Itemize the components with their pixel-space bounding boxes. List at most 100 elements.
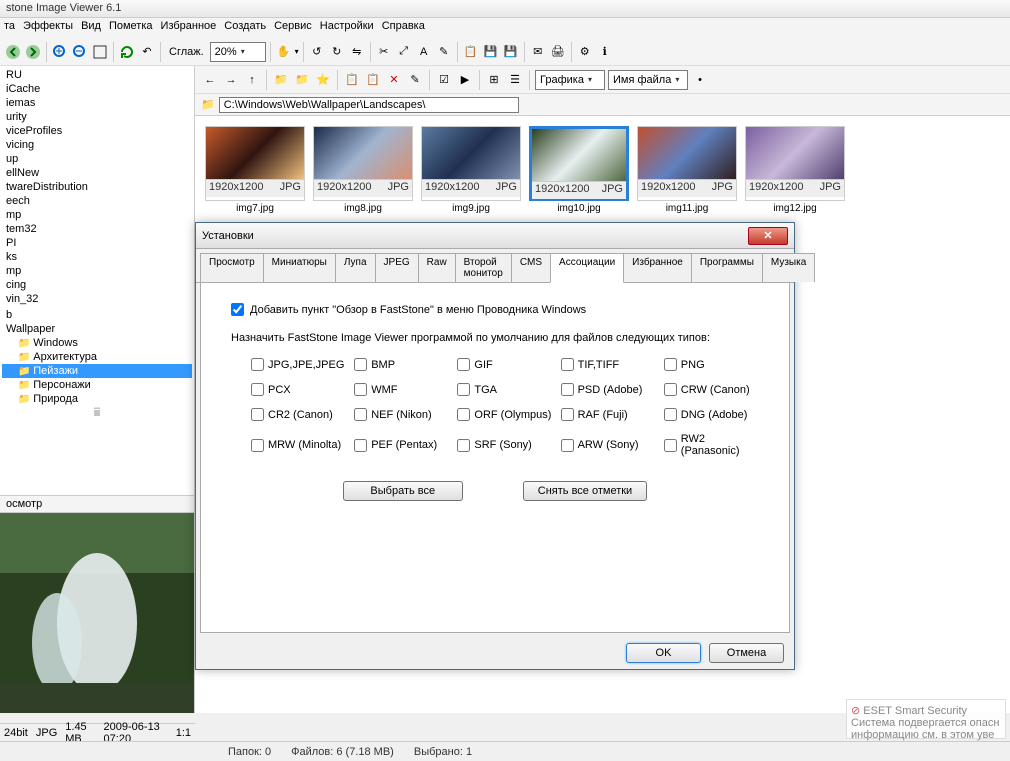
- tree-item[interactable]: vin_32: [2, 292, 192, 306]
- tree-item[interactable]: cing: [2, 278, 192, 292]
- save-as-icon[interactable]: 💾: [502, 43, 520, 61]
- email-icon[interactable]: ✉: [529, 43, 547, 61]
- assoc-BMP[interactable]: BMP: [354, 358, 449, 371]
- path-field[interactable]: C:\Windows\Web\Wallpaper\Landscapes\: [219, 97, 519, 113]
- thumbnail[interactable]: 1920x1200JPGimg9.jpg: [421, 126, 521, 216]
- info-icon[interactable]: ℹ: [596, 43, 614, 61]
- assoc-RAF[interactable]: RAF (Fuji): [561, 408, 656, 421]
- flip-h-icon[interactable]: ⇋: [348, 43, 366, 61]
- zoom-fit-icon[interactable]: [91, 43, 109, 61]
- assoc-DNG[interactable]: DNG (Adobe): [664, 408, 759, 421]
- crop-icon[interactable]: ✂: [375, 43, 393, 61]
- print-icon[interactable]: 🖨: [549, 43, 567, 61]
- assoc-NEF[interactable]: NEF (Nikon): [354, 408, 449, 421]
- tab-Избранное[interactable]: Избранное: [623, 253, 692, 282]
- assoc-PSD[interactable]: PSD (Adobe): [561, 383, 656, 396]
- thumbnail[interactable]: 1920x1200JPGimg12.jpg: [745, 126, 845, 216]
- menu-Справка[interactable]: Справка: [382, 20, 425, 36]
- nav-back-icon[interactable]: ←: [201, 71, 219, 89]
- menu-та[interactable]: та: [4, 20, 15, 36]
- assoc-SRF[interactable]: SRF (Sony): [457, 433, 552, 457]
- zoom-dropdown[interactable]: 20%: [210, 42, 266, 62]
- tree-item[interactable]: vicing: [2, 138, 192, 152]
- assoc-GIF[interactable]: GIF: [457, 358, 552, 371]
- close-button[interactable]: ✕: [748, 227, 788, 245]
- nav-up-icon[interactable]: ↑: [243, 71, 261, 89]
- delete-icon[interactable]: ✕: [385, 71, 403, 89]
- tab-Второй монитор[interactable]: Второй монитор: [455, 253, 512, 282]
- new-folder-icon[interactable]: 📁: [293, 71, 311, 89]
- folder-icon[interactable]: 📁: [272, 71, 290, 89]
- deselect-all-button[interactable]: Снять все отметки: [523, 481, 647, 501]
- menu-Избранное[interactable]: Избранное: [161, 20, 217, 36]
- ok-button[interactable]: OK: [626, 643, 701, 663]
- tree-item[interactable]: iemas: [2, 96, 192, 110]
- filter-dropdown[interactable]: Графика: [535, 70, 605, 90]
- assoc-TGA[interactable]: TGA: [457, 383, 552, 396]
- menu-Пометка[interactable]: Пометка: [109, 20, 153, 36]
- tab-JPEG[interactable]: JPEG: [375, 253, 419, 282]
- rotate-left-icon[interactable]: ↺: [308, 43, 326, 61]
- menu-Эффекты[interactable]: Эффекты: [23, 20, 73, 36]
- select-all-icon[interactable]: ☑: [435, 71, 453, 89]
- assoc-JPG[interactable]: JPG,JPE,JPEG: [251, 358, 346, 371]
- eset-notification[interactable]: ⊘ ESET Smart Security Система подвергает…: [846, 699, 1006, 739]
- assoc-CRW[interactable]: CRW (Canon): [664, 383, 759, 396]
- tree-item[interactable]: Пейзажи: [2, 364, 192, 378]
- assoc-WMF[interactable]: WMF: [354, 383, 449, 396]
- slideshow-icon[interactable]: ▶: [456, 71, 474, 89]
- move-to-icon[interactable]: 📋: [364, 71, 382, 89]
- save-icon[interactable]: 💾: [482, 43, 500, 61]
- thumbnail[interactable]: 1920x1200JPGimg11.jpg: [637, 126, 737, 216]
- menu-Вид[interactable]: Вид: [81, 20, 101, 36]
- assoc-TIF[interactable]: TIF,TIFF: [561, 358, 656, 371]
- copy-icon[interactable]: 📋: [462, 43, 480, 61]
- tree-item[interactable]: tem32: [2, 222, 192, 236]
- thumbnail[interactable]: 1920x1200JPGimg10.jpg: [529, 126, 629, 216]
- tree-item[interactable]: twareDistribution: [2, 180, 192, 194]
- assoc-MRW[interactable]: MRW (Minolta): [251, 433, 346, 457]
- tree-item[interactable]: b: [2, 308, 192, 322]
- undo-icon[interactable]: ↶: [138, 43, 156, 61]
- tree-item[interactable]: RU: [2, 68, 192, 82]
- explorer-checkbox[interactable]: [231, 303, 244, 316]
- tree-item[interactable]: Архитектура: [2, 350, 192, 364]
- tree-item[interactable]: PI: [2, 236, 192, 250]
- settings-icon[interactable]: ⚙: [576, 43, 594, 61]
- assoc-PEF[interactable]: PEF (Pentax): [354, 433, 449, 457]
- refresh-icon[interactable]: [118, 43, 136, 61]
- menu-Сервис[interactable]: Сервис: [274, 20, 312, 36]
- assoc-ORF[interactable]: ORF (Olympus): [457, 408, 552, 421]
- nav-fwd-icon[interactable]: [24, 43, 42, 61]
- folder-tree[interactable]: RUiCacheiemasurityviceProfilesvicingupel…: [0, 66, 194, 496]
- sort-dir-icon[interactable]: •: [691, 71, 709, 89]
- assoc-CR2[interactable]: CR2 (Canon): [251, 408, 346, 421]
- assoc-RW2[interactable]: RW2 (Panasonic): [664, 433, 759, 457]
- tab-Программы[interactable]: Программы: [691, 253, 763, 282]
- tree-item[interactable]: ellNew: [2, 166, 192, 180]
- copy-to-icon[interactable]: 📋: [343, 71, 361, 89]
- tree-item[interactable]: iCache: [2, 82, 192, 96]
- assoc-PCX[interactable]: PCX: [251, 383, 346, 396]
- assoc-ARW[interactable]: ARW (Sony): [561, 433, 656, 457]
- dialog-titlebar[interactable]: Установки ✕: [196, 223, 794, 249]
- assoc-PNG[interactable]: PNG: [664, 358, 759, 371]
- tree-item[interactable]: mp: [2, 208, 192, 222]
- tree-item[interactable]: Природа: [2, 392, 192, 406]
- tree-item[interactable]: Windows: [2, 336, 192, 350]
- zoom-in-icon[interactable]: [51, 43, 69, 61]
- view-thumbs-icon[interactable]: ⊞: [485, 71, 503, 89]
- tree-item[interactable]: viceProfiles: [2, 124, 192, 138]
- tab-Музыка[interactable]: Музыка: [762, 253, 815, 282]
- fav-icon[interactable]: ⭐: [314, 71, 332, 89]
- hand-tool-icon[interactable]: ✋: [275, 43, 293, 61]
- draw-icon[interactable]: ✎: [435, 43, 453, 61]
- thumbnail[interactable]: 1920x1200JPGimg7.jpg: [205, 126, 305, 216]
- resize-icon[interactable]: ⤢: [395, 43, 413, 61]
- view-list-icon[interactable]: ☰: [506, 71, 524, 89]
- menu-Создать[interactable]: Создать: [224, 20, 266, 36]
- select-all-button[interactable]: Выбрать все: [343, 481, 463, 501]
- tab-Raw[interactable]: Raw: [418, 253, 456, 282]
- explorer-checkbox-row[interactable]: Добавить пункт "Обзор в FastStone" в мен…: [231, 303, 759, 316]
- rename-icon[interactable]: ✎: [406, 71, 424, 89]
